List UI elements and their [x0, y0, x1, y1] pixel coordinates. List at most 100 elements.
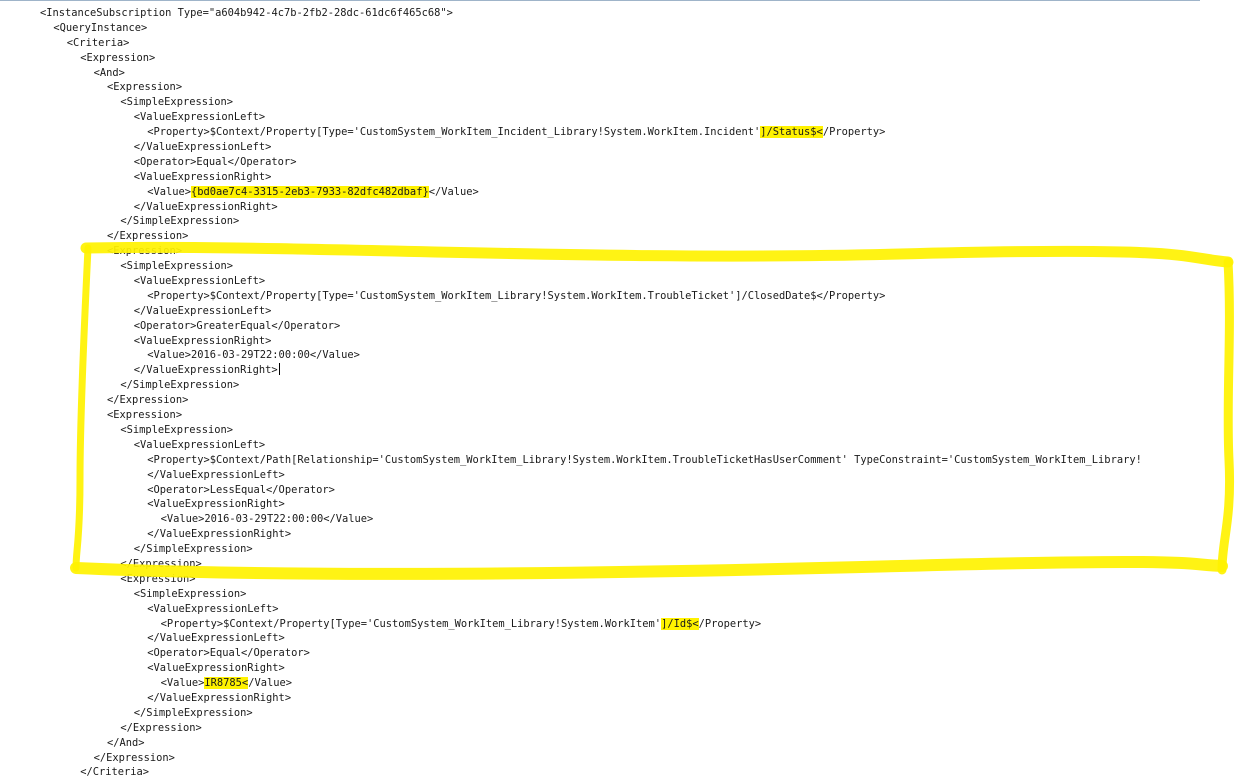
code-line[interactable]: <ValueExpressionRight>	[0, 497, 1142, 512]
code-text: </Criteria>	[80, 766, 150, 779]
highlighted-text: {bd0ae7c4-3315-2eb3-7933-82dfc482dbaf}	[190, 185, 429, 198]
code-line[interactable]: <ValueExpressionRight>	[0, 170, 1142, 185]
code-line[interactable]: </ValueExpressionLeft>	[0, 468, 1142, 483]
code-text: <Operator>Equal</Operator>	[147, 647, 310, 660]
code-line[interactable]: <Property>$Context/Path[Relationship='Cu…	[0, 453, 1142, 468]
editor-top-border	[0, 0, 1200, 1]
code-text: <Property>$Context/Property[Type='Custom…	[147, 126, 761, 139]
code-text: </ValueExpressionLeft>	[147, 632, 285, 645]
code-text: <ValueExpressionLeft>	[147, 602, 279, 615]
code-text: <ValueExpressionRight>	[147, 498, 285, 511]
code-line[interactable]: <ValueExpressionRight>	[0, 661, 1142, 676]
code-line[interactable]: <Operator>Equal</Operator>	[0, 646, 1142, 661]
code-text: <Value>2016-03-29T22:00:00</Value>	[160, 513, 374, 526]
code-line[interactable]: </Expression>	[0, 751, 1142, 766]
code-line[interactable]: <ValueExpressionLeft>	[0, 438, 1142, 453]
code-line[interactable]: <SimpleExpression>	[0, 587, 1142, 602]
code-line[interactable]: </Expression>	[0, 393, 1142, 408]
code-line[interactable]: </ValueExpressionLeft>	[0, 631, 1142, 646]
code-text: <Expression>	[80, 51, 156, 64]
code-text: <ValueExpressionLeft>	[133, 275, 266, 288]
highlighted-text: ]/Status$<	[760, 126, 823, 139]
code-line[interactable]: </Expression>	[0, 229, 1142, 244]
code-line[interactable]: <Property>$Context/Property[Type='Custom…	[0, 289, 1142, 304]
code-line[interactable]: <Value>2016-03-29T22:00:00</Value>	[0, 348, 1142, 363]
code-line[interactable]: <Value>IR8785</Value>	[0, 676, 1142, 691]
code-line[interactable]: </Expression>	[0, 721, 1142, 736]
code-line[interactable]: <Expression>	[0, 80, 1142, 95]
code-line[interactable]: <Operator>Equal</Operator>	[0, 155, 1142, 170]
code-text: </SimpleExpression>	[133, 706, 253, 719]
code-line[interactable]: <Criteria>	[0, 36, 1142, 51]
code-text: <ValueExpressionLeft>	[133, 111, 266, 124]
code-line[interactable]: </ValueExpressionLeft>	[0, 304, 1142, 319]
code-text: </And>	[107, 736, 145, 749]
code-text: <Operator>GreaterEqual</Operator>	[133, 319, 341, 332]
code-line[interactable]: </SimpleExpression>	[0, 542, 1142, 557]
code-text: <Property>$Context/Property[Type='Custom…	[160, 617, 662, 630]
code-line[interactable]: <ValueExpressionLeft>	[0, 274, 1142, 289]
code-text: /Value>	[248, 677, 292, 690]
code-text: <Expression>	[120, 572, 196, 585]
code-line[interactable]: <And>	[0, 66, 1142, 81]
code-line[interactable]: </Expression>	[0, 557, 1142, 572]
code-line[interactable]: <Property>$Context/Property[Type='Custom…	[0, 617, 1142, 632]
code-line[interactable]: <Operator>GreaterEqual</Operator>	[0, 319, 1142, 334]
code-text: </Expression>	[107, 230, 189, 243]
code-text: <Expression>	[107, 245, 183, 258]
code-text: <SimpleExpression>	[120, 96, 233, 109]
code-line[interactable]: <Property>$Context/Property[Type='Custom…	[0, 125, 1142, 140]
code-line[interactable]: <SimpleExpression>	[0, 95, 1142, 110]
code-text: <ValueExpressionLeft>	[133, 438, 266, 451]
code-text: <Property>$Context/Path[Relationship='Cu…	[147, 453, 1142, 466]
code-line[interactable]: </ValueExpressionRight>	[0, 363, 1142, 378]
code-line[interactable]: </SimpleExpression>	[0, 214, 1142, 229]
code-line[interactable]: <ValueExpressionLeft>	[0, 110, 1142, 125]
code-text: </ValueExpressionRight>	[147, 528, 292, 541]
code-line[interactable]: <Value>{bd0ae7c4-3315-2eb3-7933-82dfc482…	[0, 185, 1142, 200]
code-line[interactable]: <Expression>	[0, 572, 1142, 587]
code-area[interactable]: <InstanceSubscription Type="a604b942-4c7…	[0, 6, 1142, 780]
code-line[interactable]: </SimpleExpression>	[0, 378, 1142, 393]
code-line[interactable]: <Value>2016-03-29T22:00:00</Value>	[0, 512, 1142, 527]
code-line[interactable]: </Criteria>	[0, 765, 1142, 780]
highlighted-text: IR8785<	[204, 677, 249, 690]
code-line[interactable]: <ValueExpressionLeft>	[0, 602, 1142, 617]
code-line[interactable]: <ValueExpressionRight>	[0, 334, 1142, 349]
highlighter-box-right	[1217, 257, 1235, 575]
code-text: </Expression>	[120, 721, 202, 734]
code-text: /Property>	[822, 126, 886, 139]
code-text: <Value>	[147, 185, 191, 198]
code-line[interactable]: </ValueExpressionRight>	[0, 691, 1142, 706]
code-text: <Value>	[160, 677, 205, 690]
code-text: </ValueExpressionLeft>	[133, 141, 272, 154]
code-line[interactable]: <QueryInstance>	[0, 21, 1142, 36]
code-line[interactable]: </ValueExpressionLeft>	[0, 140, 1142, 155]
code-line[interactable]: <SimpleExpression>	[0, 259, 1142, 274]
code-line[interactable]: <Expression>	[0, 408, 1142, 423]
code-text: <ValueExpressionRight>	[147, 662, 285, 675]
code-text: <SimpleExpression>	[120, 260, 233, 273]
code-text: <ValueExpressionRight>	[133, 170, 272, 183]
code-text: <QueryInstance>	[53, 21, 148, 34]
code-line[interactable]: <SimpleExpression>	[0, 423, 1142, 438]
code-text: </Expression>	[107, 394, 189, 407]
code-text: <Property>$Context/Property[Type='Custom…	[147, 289, 886, 302]
code-line[interactable]: </SimpleExpression>	[0, 706, 1142, 721]
code-line[interactable]: <InstanceSubscription Type="a604b942-4c7…	[0, 6, 1142, 21]
code-line[interactable]: <Operator>LessEqual</Operator>	[0, 483, 1142, 498]
code-text: <SimpleExpression>	[120, 423, 233, 436]
xml-editor[interactable]: <InstanceSubscription Type="a604b942-4c7…	[0, 0, 1237, 783]
code-text: </Expression>	[120, 557, 202, 570]
code-text: </SimpleExpression>	[120, 379, 240, 392]
code-line[interactable]: <Expression>	[0, 244, 1142, 259]
code-text: <And>	[93, 66, 125, 79]
code-line[interactable]: </And>	[0, 736, 1142, 751]
code-line[interactable]: </ValueExpressionRight>	[0, 200, 1142, 215]
code-text: </ValueExpressionRight>	[133, 200, 278, 213]
text-caret	[278, 363, 280, 376]
code-line[interactable]: <Expression>	[0, 51, 1142, 66]
code-text: <Criteria>	[66, 36, 130, 49]
code-line[interactable]: </ValueExpressionRight>	[0, 527, 1142, 542]
code-text: <SimpleExpression>	[133, 587, 247, 600]
